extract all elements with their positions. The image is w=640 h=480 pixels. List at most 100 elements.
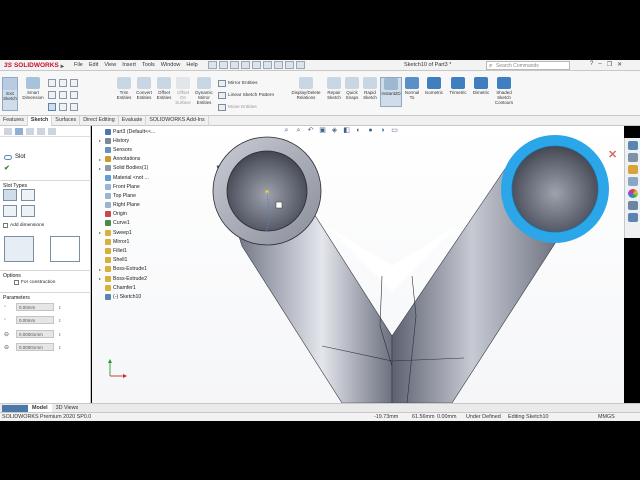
tab-features[interactable]: Features [0, 116, 28, 126]
menu-file[interactable]: File [74, 62, 83, 68]
rectangle-icon[interactable] [59, 79, 67, 87]
dimetric-button[interactable]: Dimetric [471, 77, 491, 95]
polygon-icon[interactable] [70, 79, 78, 87]
shaded-contours-button[interactable]: Shaded Sketch Contours [493, 77, 515, 105]
tree-item[interactable]: Fillet1 [99, 246, 209, 255]
tree-item[interactable]: ▸ Annotations [99, 155, 209, 164]
print-icon[interactable] [252, 61, 261, 69]
center-to-center-option[interactable] [50, 236, 80, 262]
tree-item[interactable]: ▸ Boss-Extrude1 [99, 265, 209, 274]
search-commands-input[interactable]: ⌕ Search Commands [486, 61, 570, 70]
restore-icon[interactable]: ❐ [607, 61, 612, 68]
hide-show-icon[interactable]: ◐ [354, 127, 363, 135]
home-pane-icon[interactable] [627, 141, 638, 150]
display-manager-tab-icon[interactable] [48, 128, 56, 135]
edit-appearance-icon[interactable]: ● [366, 127, 375, 135]
for-construction-checkbox[interactable]: For construction [14, 280, 55, 285]
tab-sketch[interactable]: Sketch [27, 116, 53, 126]
spin-icon[interactable]: ⇕ [58, 305, 61, 310]
trimetric-button[interactable]: Trimetric [447, 77, 469, 95]
param-width-field[interactable]: 0.00001mm [16, 330, 54, 338]
tree-item[interactable]: Origin [99, 210, 209, 219]
centerpoint-arc-slot-icon[interactable] [21, 205, 35, 217]
add-dimensions-checkbox[interactable]: Add dimensions [3, 223, 44, 228]
expand-arrow-icon[interactable]: ▸ [99, 138, 103, 143]
apply-scene-icon[interactable]: ◑ [378, 127, 387, 135]
menu-help[interactable]: Help [186, 62, 197, 68]
tree-item[interactable]: ▸ Boss-Extrude2 [99, 274, 209, 283]
select-icon[interactable] [274, 61, 283, 69]
tree-item[interactable]: Material <not ... [99, 173, 209, 182]
expand-arrow-icon[interactable]: ▸ [99, 166, 103, 171]
tab-evaluate[interactable]: Evaluate [119, 116, 147, 126]
tree-item[interactable]: Front Plane [99, 182, 209, 191]
tree-item[interactable]: Part3 (Default<<... [99, 127, 209, 136]
tree-item[interactable]: Chamfer1 [99, 283, 209, 292]
menu-insert[interactable]: Insert [122, 62, 136, 68]
exit-sketch-button[interactable]: Exit Sketch [2, 77, 18, 111]
overall-length-option[interactable] [4, 236, 34, 262]
ok-check-icon[interactable]: ✔ [4, 164, 10, 172]
tab-direct-editing[interactable]: Direct Editing [80, 116, 119, 126]
open-icon[interactable] [230, 61, 239, 69]
text-icon[interactable] [70, 103, 78, 111]
save-icon[interactable] [241, 61, 250, 69]
new-icon[interactable] [219, 61, 228, 69]
menu-window[interactable]: Window [161, 62, 181, 68]
zoom-fit-icon[interactable]: ⌕ [282, 127, 291, 135]
tab-surfaces[interactable]: Surfaces [52, 116, 81, 126]
minimize-icon[interactable]: – [598, 61, 601, 68]
help-icon[interactable]: ? [590, 61, 593, 68]
normal-to-button[interactable]: Normal To [404, 77, 420, 100]
tree-item[interactable]: Shell1 [99, 256, 209, 265]
design-library-icon[interactable] [627, 165, 638, 174]
smart-dimension-button[interactable]: Smart Dimension [21, 77, 45, 100]
tree-item[interactable]: ▸ History [99, 136, 209, 145]
rapid-sketch-button[interactable]: Rapid Sketch [362, 77, 378, 100]
spin-icon[interactable]: ⇕ [58, 345, 61, 350]
menu-tools[interactable]: Tools [142, 62, 155, 68]
tree-item[interactable]: Mirror1 [99, 237, 209, 246]
close-icon[interactable]: ✕ [617, 61, 622, 68]
solidworks-forum-icon[interactable] [627, 213, 638, 222]
expand-arrow-icon[interactable]: ▸ [99, 267, 103, 272]
dynamic-mirror-button[interactable]: Dynamic Mirror Entities [194, 77, 214, 105]
tab-addins[interactable]: SOLIDWORKS Add-Ins [146, 116, 209, 126]
move-entities-button[interactable]: Move Entities [218, 104, 257, 111]
quick-snaps-button[interactable]: Quick Snaps [344, 77, 360, 100]
slot-icon[interactable] [48, 103, 56, 111]
tree-item[interactable]: Right Plane [99, 201, 209, 210]
circle-icon[interactable] [48, 91, 56, 99]
cancel-sketch-icon[interactable]: ✕ [608, 148, 617, 161]
offset-entities-button[interactable]: Offset Entities [155, 77, 173, 100]
expand-arrow-icon[interactable]: ▸ [99, 230, 103, 235]
display-delete-relations-button[interactable]: Display/Delete Relations [288, 77, 324, 100]
expand-arrow-icon[interactable]: ▸ [99, 157, 103, 162]
menu-view[interactable]: View [104, 62, 116, 68]
config-manager-tab-icon[interactable] [26, 128, 34, 135]
status-units[interactable]: MMGS [598, 414, 615, 420]
three-point-arc-slot-icon[interactable] [3, 205, 17, 217]
spin-icon[interactable]: ⇕ [58, 332, 61, 337]
file-explorer-icon[interactable] [627, 177, 638, 186]
zoom-area-icon[interactable]: ⌕ [294, 127, 303, 135]
ellipse-icon[interactable] [59, 103, 67, 111]
resources-pane-icon[interactable] [627, 153, 638, 162]
spin-icon[interactable]: ⇕ [58, 318, 61, 323]
line-icon[interactable] [48, 79, 56, 87]
offset-on-surface-button[interactable]: Offset On Surface [175, 77, 191, 105]
spline-icon[interactable] [70, 91, 78, 99]
custom-properties-icon[interactable] [627, 201, 638, 210]
param-x-field[interactable]: 0.00mm [16, 303, 54, 311]
tree-item[interactable]: ▸ Solid Bodies(1) [99, 164, 209, 173]
solidworks-logo[interactable]: 3S SOLIDWORKS ▸ [4, 61, 64, 70]
appearances-icon[interactable] [627, 189, 638, 198]
display-style-icon[interactable]: ◧ [342, 127, 351, 135]
param-y-field[interactable]: 0.00mm [16, 316, 54, 324]
expand-arrow-icon[interactable]: ▸ [99, 276, 103, 281]
rebuild-icon[interactable] [285, 61, 294, 69]
tree-item[interactable]: Curve1 [99, 219, 209, 228]
expand-arrow-icon[interactable]: ▸ [61, 62, 64, 70]
repair-sketch-button[interactable]: Repair Sketch [326, 77, 342, 100]
property-manager-tab-icon[interactable] [15, 128, 23, 135]
